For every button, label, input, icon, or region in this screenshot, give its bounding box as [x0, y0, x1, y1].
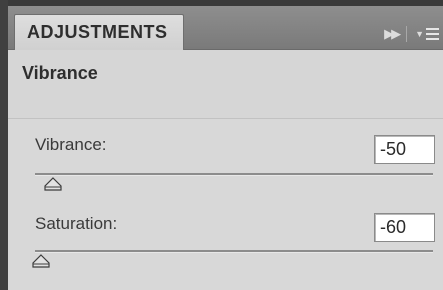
saturation-label: Saturation:	[35, 214, 118, 233]
tab-adjustments[interactable]: ADJUSTMENTS	[14, 14, 184, 50]
vibrance-slider-thumb[interactable]	[43, 177, 63, 191]
saturation-value-input[interactable]: -60	[374, 213, 435, 242]
vibrance-label: Vibrance:	[35, 135, 107, 154]
saturation-slider-track[interactable]	[35, 250, 433, 253]
adjustments-panel: ADJUSTMENTS ▶▶ ▼ Vibrance Vibrance: -50 …	[0, 0, 443, 290]
tab-actions: ▶▶ ▼	[384, 24, 439, 44]
slider-thumb-icon	[32, 254, 50, 268]
tab-actions-divider	[406, 26, 408, 42]
double-chevron-right-icon[interactable]: ▶▶	[384, 26, 401, 42]
slider-thumb-icon	[44, 177, 62, 191]
adjustment-title: Vibrance	[22, 63, 98, 83]
vibrance-slider-track[interactable]	[35, 173, 433, 176]
panel-menu-icon[interactable]: ▼	[415, 28, 439, 40]
vibrance-value-input[interactable]: -50	[374, 135, 435, 164]
saturation-slider-thumb[interactable]	[31, 254, 51, 268]
tab-adjustments-label: ADJUSTMENTS	[27, 22, 168, 42]
panel-tab-bar: ADJUSTMENTS ▶▶ ▼	[8, 6, 443, 50]
